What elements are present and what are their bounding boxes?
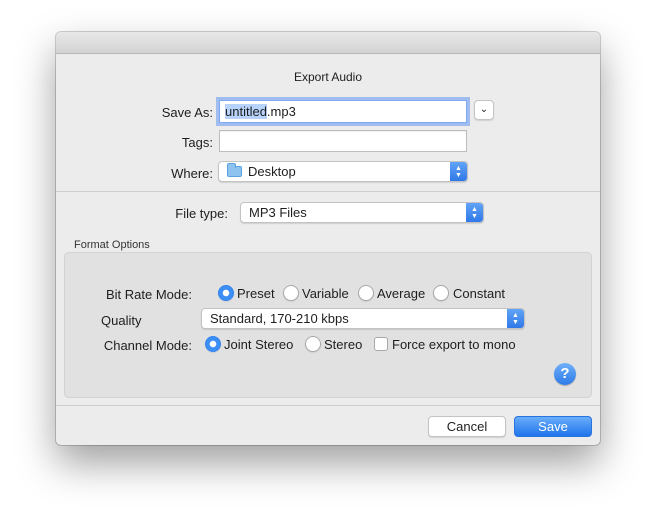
- tags-field[interactable]: [219, 130, 467, 152]
- quality-popup[interactable]: Standard, 170-210 kbps ▲ ▼: [201, 308, 525, 329]
- radio-constant[interactable]: [433, 285, 449, 301]
- chevron-down-icon: ⌄: [479, 104, 489, 115]
- radio-stereo[interactable]: [305, 336, 321, 352]
- quality-value: Standard, 170-210 kbps: [210, 311, 349, 326]
- radio-average-label[interactable]: Average: [377, 286, 425, 301]
- help-question-icon: ?: [560, 365, 570, 382]
- radio-stereo-label[interactable]: Stereo: [324, 337, 362, 352]
- export-audio-dialog: Export Audio Save As: untitled.mp3 ⌄ Tag…: [56, 32, 600, 445]
- where-popup[interactable]: Desktop ▲ ▼: [218, 161, 468, 182]
- popup-arrows-icon: ▲ ▼: [507, 309, 524, 328]
- radio-joint-stereo[interactable]: [205, 336, 221, 352]
- file-type-popup[interactable]: MP3 Files ▲ ▼: [240, 202, 484, 223]
- radio-average[interactable]: [358, 285, 374, 301]
- where-value: Desktop: [248, 164, 296, 179]
- format-options-title: Format Options: [74, 239, 150, 251]
- force-mono-label[interactable]: Force export to mono: [392, 337, 516, 352]
- radio-constant-label[interactable]: Constant: [453, 286, 505, 301]
- radio-joint-stereo-label[interactable]: Joint Stereo: [224, 337, 293, 352]
- cancel-button[interactable]: Cancel: [428, 416, 506, 437]
- tags-label: Tags:: [181, 135, 213, 150]
- file-type-value: MP3 Files: [249, 205, 307, 220]
- save-as-selected-text: untitled: [225, 104, 267, 119]
- radio-variable[interactable]: [283, 285, 299, 301]
- where-label: Where:: [171, 166, 213, 181]
- channel-mode-label: Channel Mode:: [103, 338, 192, 353]
- file-type-label: File type:: [175, 206, 228, 221]
- divider-top: [56, 191, 600, 192]
- dialog-title: Export Audio: [293, 70, 363, 84]
- folder-icon: [227, 163, 242, 177]
- popup-arrows-icon: ▲ ▼: [466, 203, 483, 222]
- save-as-label: Save As:: [161, 105, 213, 120]
- dialog-titlebar[interactable]: [56, 32, 600, 54]
- radio-preset[interactable]: [218, 285, 234, 301]
- help-button[interactable]: ?: [554, 363, 576, 385]
- radio-variable-label[interactable]: Variable: [302, 286, 349, 301]
- quality-label: Quality: [101, 313, 142, 328]
- divider-bottom: [56, 405, 600, 406]
- save-as-field[interactable]: untitled.mp3: [219, 100, 467, 123]
- expand-save-panel-button[interactable]: ⌄: [474, 100, 494, 120]
- radio-preset-label[interactable]: Preset: [237, 286, 275, 301]
- force-mono-checkbox[interactable]: [374, 337, 388, 351]
- popup-arrows-icon: ▲ ▼: [450, 162, 467, 181]
- bit-rate-mode-label: Bit Rate Mode:: [106, 287, 192, 302]
- save-button[interactable]: Save: [514, 416, 592, 437]
- save-as-extension-text: .mp3: [266, 104, 296, 119]
